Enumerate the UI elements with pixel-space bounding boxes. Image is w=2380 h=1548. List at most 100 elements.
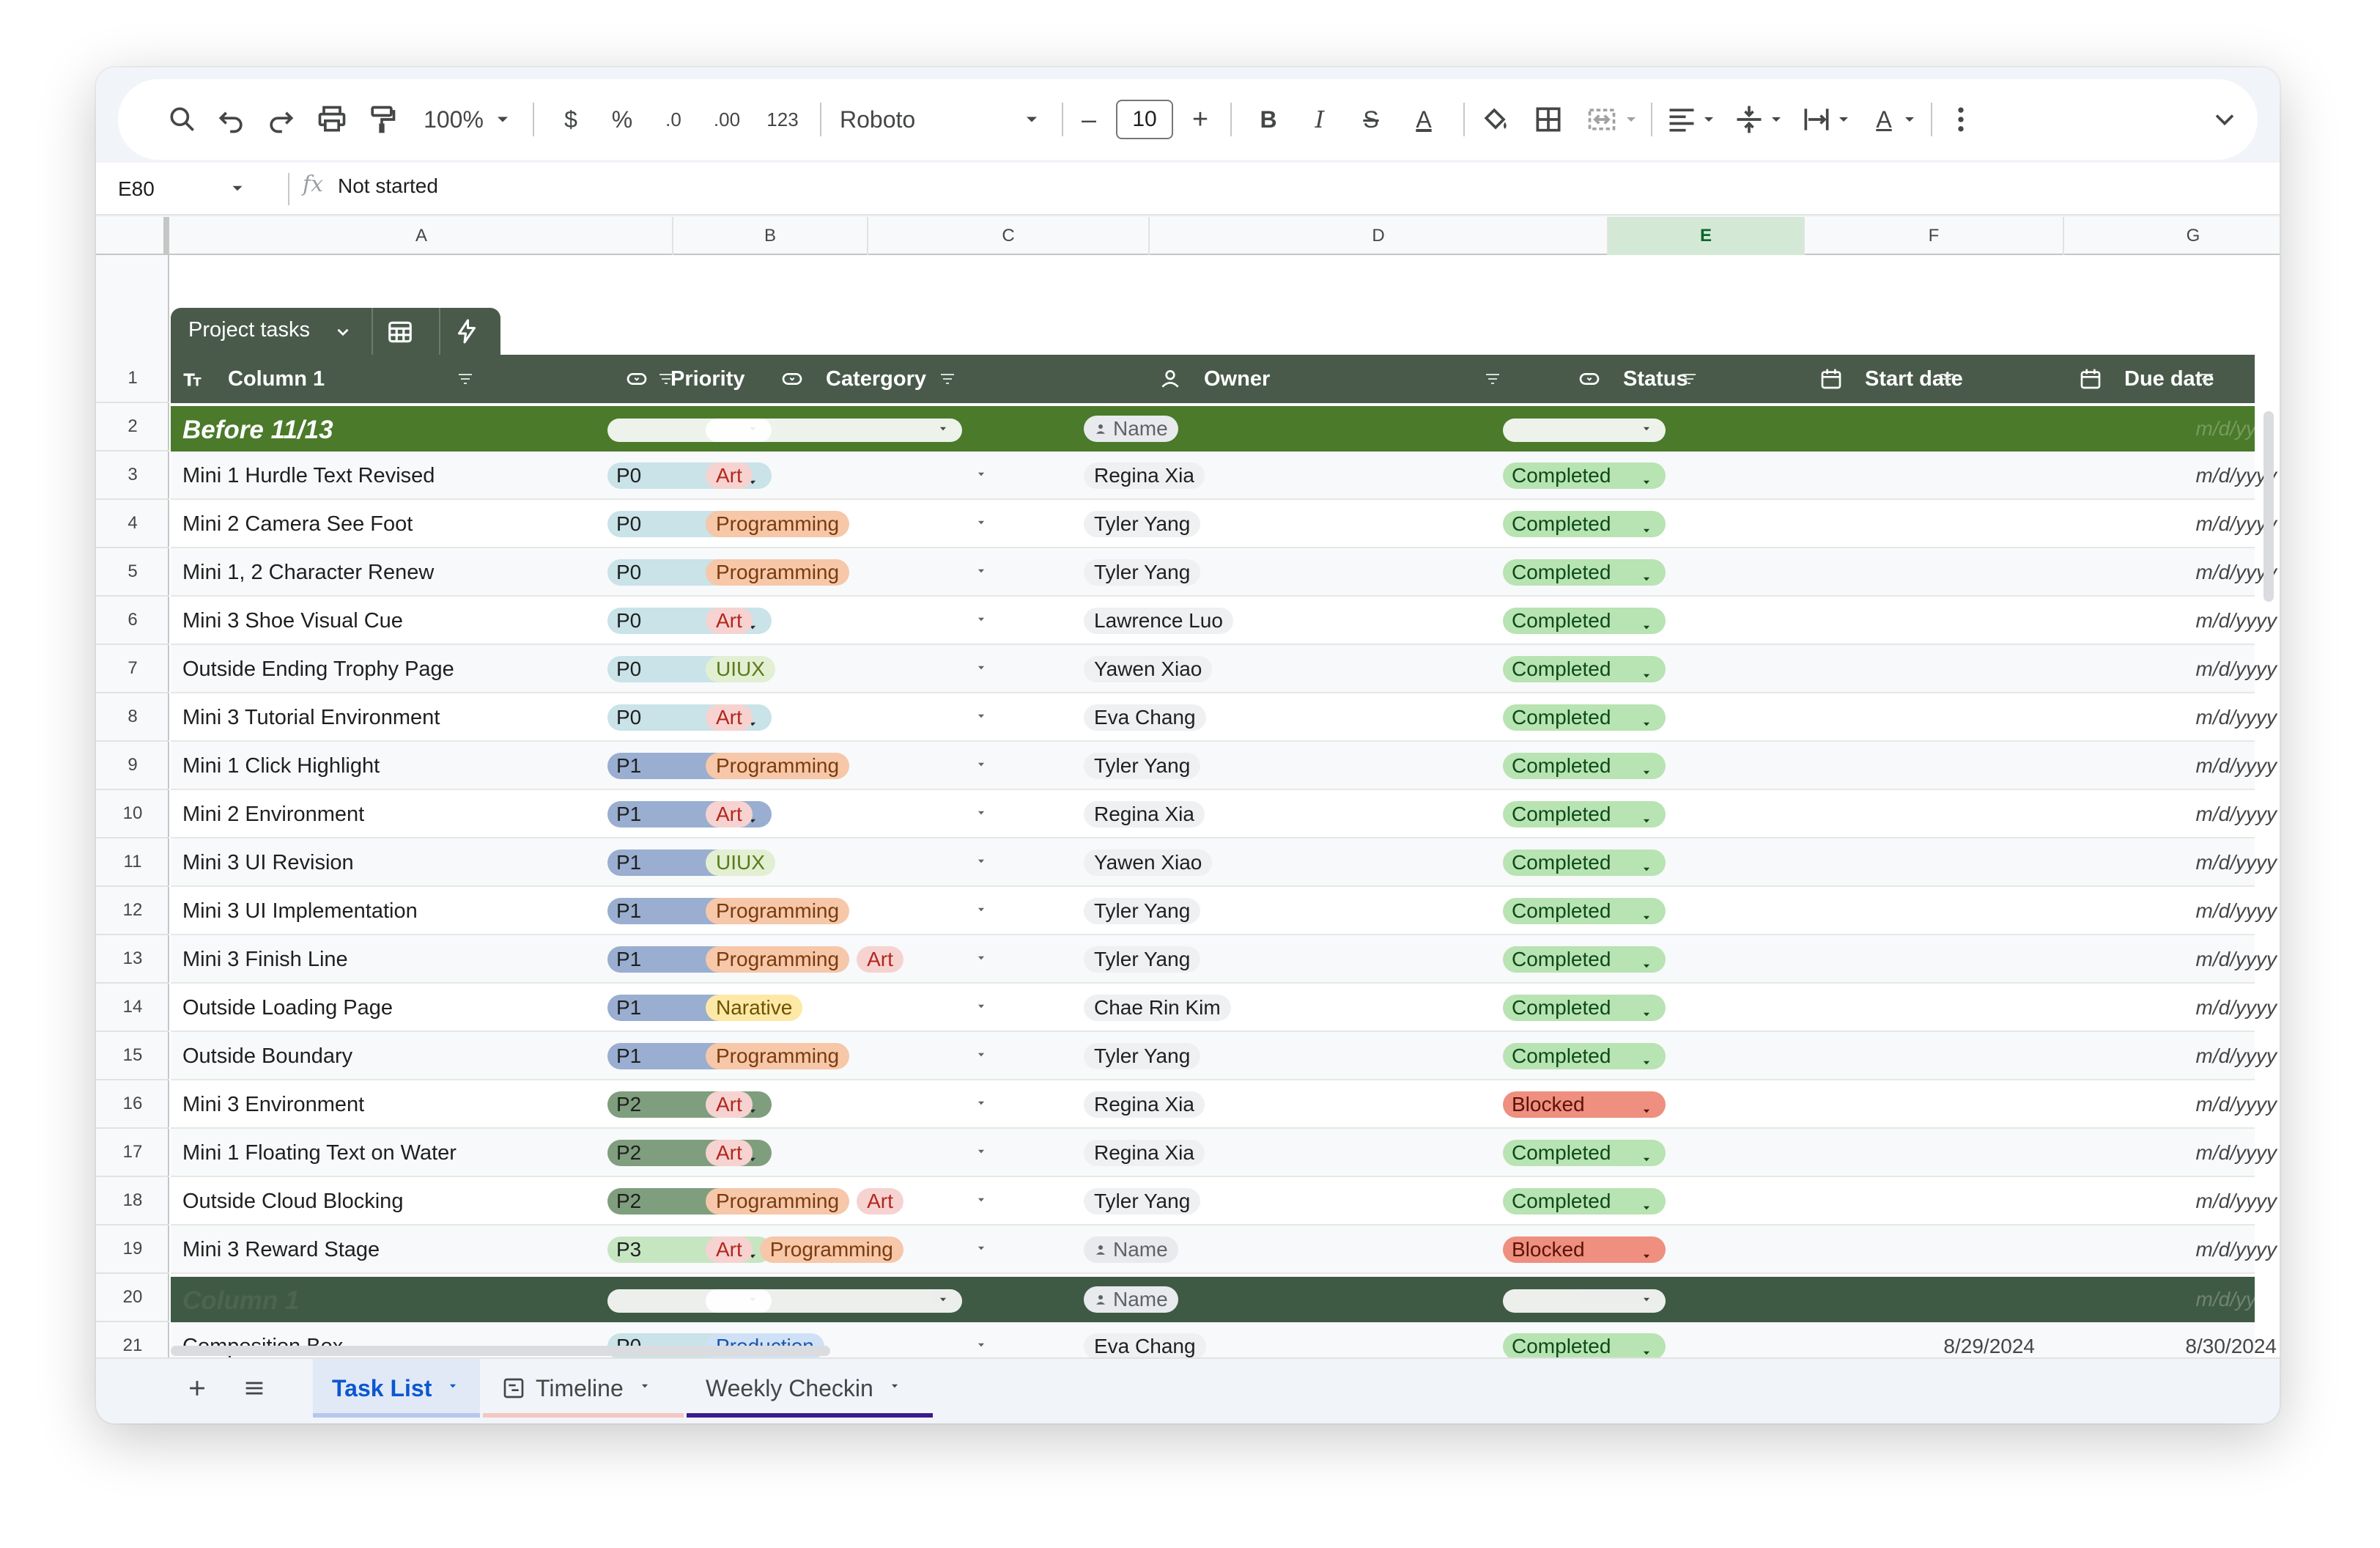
row-header[interactable]: 6 [96, 597, 169, 645]
row-header[interactable]: 7 [96, 645, 169, 693]
bold-button[interactable]: B [1246, 79, 1290, 160]
collapse-toolbar-icon[interactable] [2206, 79, 2243, 160]
start-date-cell[interactable] [1812, 1080, 2035, 1129]
row-header[interactable]: 5 [96, 548, 169, 597]
status-chip[interactable]: Completed [1503, 704, 1666, 731]
text-color-button[interactable]: A [1402, 79, 1446, 160]
search-icon[interactable] [160, 79, 204, 160]
row-header[interactable]: 12 [96, 887, 169, 935]
row-header[interactable]: 9 [96, 742, 169, 790]
category-cell[interactable]: Art Programming [706, 1226, 955, 1274]
task-name-cell[interactable]: Mini 1 Hurdle Text Revised [182, 452, 593, 500]
text-wrap-icon[interactable] [1795, 79, 1838, 160]
status-chip[interactable]: Completed [1503, 511, 1666, 537]
status-chip[interactable]: Blocked [1503, 1236, 1666, 1263]
owner-chip[interactable]: Eva Chang [1084, 704, 1206, 731]
task-name-cell[interactable]: Outside Boundary [182, 1032, 593, 1080]
add-sheet-icon[interactable] [175, 1359, 219, 1418]
category-dropdown[interactable] [706, 419, 962, 442]
start-date-cell[interactable] [1812, 693, 2035, 742]
task-name-cell[interactable]: Outside Ending Trophy Page [182, 645, 593, 693]
filter-icon[interactable] [2196, 370, 2217, 391]
status-chip[interactable]: Completed [1503, 995, 1666, 1021]
status-chip[interactable]: Completed [1503, 1043, 1666, 1069]
chevron-down-icon[interactable] [972, 955, 990, 969]
due-date-cell[interactable]: m/d/yyyy [2054, 935, 2277, 984]
chevron-down-icon[interactable] [972, 810, 990, 824]
chevron-down-icon[interactable] [972, 1149, 990, 1162]
borders-icon[interactable] [1526, 79, 1570, 160]
due-date-placeholder[interactable]: m/d/yyyy [2054, 1275, 2277, 1324]
task-name-cell[interactable]: Mini 1 Floating Text on Water [182, 1129, 593, 1177]
print-icon[interactable] [310, 79, 354, 160]
due-date-cell[interactable]: m/d/yyyy [2054, 1129, 2277, 1177]
row-header[interactable]: 13 [96, 935, 169, 984]
filter-icon[interactable] [656, 370, 676, 391]
column-header-e[interactable]: E [1608, 217, 1805, 255]
select-all-corner[interactable] [163, 217, 169, 255]
start-date-cell[interactable] [1812, 984, 2035, 1032]
row-header[interactable]: 11 [96, 838, 169, 887]
paint-format-icon[interactable] [360, 79, 404, 160]
category-cell[interactable]: Art [706, 452, 955, 500]
owner-chip[interactable]: Regina Xia [1084, 801, 1205, 828]
lightning-icon[interactable] [454, 318, 480, 348]
task-name-cell[interactable]: Mini 3 Shoe Visual Cue [182, 597, 593, 645]
text-rotation-button[interactable]: A [1862, 79, 1906, 160]
task-name-cell[interactable]: Mini 3 Tutorial Environment [182, 693, 593, 742]
decrease-font-size-button[interactable]: – [1071, 79, 1107, 160]
start-date-cell[interactable] [1812, 1177, 2035, 1226]
due-date-cell[interactable]: m/d/yyyy [2054, 597, 2277, 645]
currency-format-button[interactable]: $ [549, 79, 593, 160]
start-date-cell[interactable] [1812, 500, 2035, 548]
task-name-cell[interactable]: Mini 3 Environment [182, 1080, 593, 1129]
vertical-scrollbar[interactable] [2258, 404, 2280, 1357]
due-date-cell[interactable]: m/d/yyyy [2054, 693, 2277, 742]
column-header-g[interactable]: G [2064, 217, 2280, 255]
formula-input[interactable]: Not started [338, 174, 438, 198]
owner-chip[interactable]: Regina Xia [1084, 1140, 1205, 1166]
start-date-cell[interactable] [1812, 645, 2035, 693]
category-cell[interactable]: Art [706, 693, 955, 742]
row-header[interactable]: 4 [96, 500, 169, 548]
start-date-cell[interactable] [1812, 790, 2035, 838]
row-header[interactable]: 2 [96, 403, 169, 452]
row-header[interactable]: 16 [96, 1080, 169, 1129]
row-header[interactable]: 20 [96, 1274, 169, 1322]
status-chip[interactable]: Completed [1503, 1188, 1666, 1215]
fill-color-icon[interactable] [1474, 79, 1518, 160]
row-header[interactable]: 8 [96, 693, 169, 742]
table-settings-icon[interactable] [386, 318, 414, 350]
status-chip[interactable]: Completed [1503, 656, 1666, 682]
task-name-cell[interactable]: Mini 3 Reward Stage [182, 1226, 593, 1274]
due-date-cell[interactable]: m/d/yyyy [2054, 500, 2277, 548]
header-due-date[interactable]: Due date [2079, 355, 2214, 403]
row-header[interactable]: 17 [96, 1129, 169, 1177]
chevron-down-icon[interactable] [972, 1100, 990, 1114]
chevron-down-icon[interactable] [1021, 79, 1043, 160]
chevron-down-icon[interactable] [445, 1383, 461, 1393]
header-priority[interactable]: Priority [625, 355, 745, 403]
chevron-down-icon[interactable] [637, 1383, 653, 1393]
chevron-down-icon[interactable] [972, 1003, 990, 1017]
chevron-down-icon[interactable] [972, 616, 990, 630]
start-date-cell[interactable] [1812, 1032, 2035, 1080]
due-date-cell[interactable]: m/d/yyyy [2054, 887, 2277, 935]
chevron-down-icon[interactable] [887, 1383, 903, 1393]
due-date-cell[interactable]: m/d/yyyy [2054, 742, 2277, 790]
status-chip[interactable]: Completed [1503, 946, 1666, 973]
font-size-input[interactable]: 10 [1116, 100, 1173, 139]
status-chip[interactable]: Completed [1503, 801, 1666, 828]
row-header[interactable]: 19 [96, 1226, 169, 1274]
chevron-down-icon[interactable] [972, 520, 990, 534]
start-date-cell[interactable] [1812, 452, 2035, 500]
category-cell[interactable]: Programming [706, 548, 955, 597]
percent-format-button[interactable]: % [600, 79, 644, 160]
status-chip[interactable]: Completed [1503, 1140, 1666, 1166]
horizontal-scroll-thumb[interactable] [171, 1346, 830, 1356]
horizontal-align-icon[interactable] [1660, 79, 1704, 160]
decrease-decimal-button[interactable]: .0 [650, 79, 697, 160]
due-date-cell[interactable]: m/d/yyyy [2054, 1226, 2277, 1274]
more-options-icon[interactable] [1943, 79, 1979, 160]
category-cell[interactable]: Programming [706, 887, 955, 935]
